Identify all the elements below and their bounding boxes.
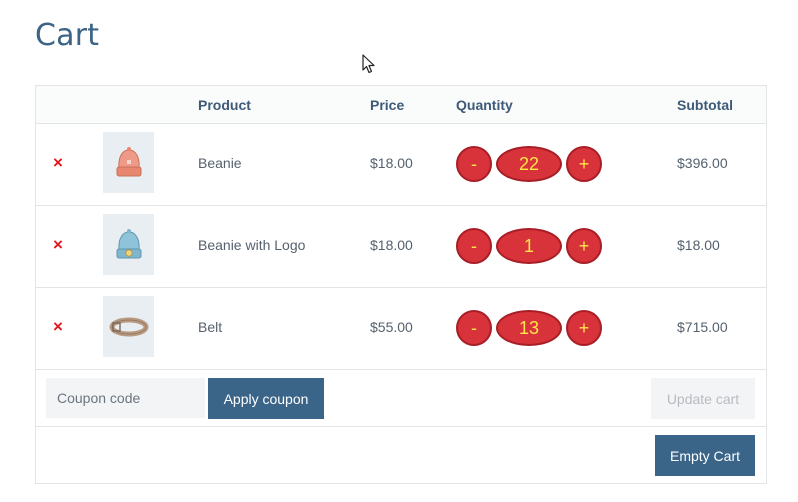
product-name[interactable]: Beanie with Logo — [198, 237, 305, 253]
product-subtotal: $715.00 — [677, 319, 728, 335]
quantity-increase-button[interactable]: + — [566, 146, 602, 182]
product-thumbnail[interactable] — [103, 214, 154, 275]
quantity-increase-button[interactable]: + — [566, 310, 602, 346]
remove-item-button[interactable]: × — [50, 154, 66, 172]
table-row: × Belt $55.00 - 13 + $715.00 — [36, 288, 766, 370]
header-price: Price — [370, 97, 405, 113]
header-product: Product — [198, 97, 251, 113]
header-subtotal: Subtotal — [677, 97, 733, 113]
quantity-decrease-button[interactable]: - — [456, 310, 492, 346]
table-header: Product Price Quantity Subtotal — [36, 86, 766, 124]
product-subtotal: $396.00 — [677, 155, 728, 171]
product-subtotal: $18.00 — [677, 237, 720, 253]
update-cart-button[interactable]: Update cart — [651, 378, 755, 419]
apply-coupon-button[interactable]: Apply coupon — [208, 378, 324, 419]
remove-item-button[interactable]: × — [50, 318, 66, 336]
quantity-value[interactable]: 22 — [496, 146, 562, 182]
product-thumbnail[interactable] — [103, 296, 154, 357]
quantity-increase-button[interactable]: + — [566, 228, 602, 264]
empty-cart-button[interactable]: Empty Cart — [655, 435, 755, 476]
cart-footer-row: Empty Cart — [36, 427, 766, 484]
quantity-value[interactable]: 13 — [496, 310, 562, 346]
remove-item-button[interactable]: × — [50, 236, 66, 254]
product-thumbnail[interactable] — [103, 132, 154, 193]
product-price: $18.00 — [370, 155, 413, 171]
quantity-decrease-button[interactable]: - — [456, 146, 492, 182]
coupon-row: Apply coupon Update cart — [36, 370, 766, 427]
product-price: $55.00 — [370, 319, 413, 335]
page-title: Cart — [35, 18, 100, 53]
product-name[interactable]: Belt — [198, 319, 222, 335]
belt-icon — [109, 317, 148, 336]
cart-table: Product Price Quantity Subtotal × Beanie… — [35, 85, 767, 484]
product-name[interactable]: Beanie — [198, 155, 242, 171]
product-price: $18.00 — [370, 237, 413, 253]
table-row: × Beanie with Logo $18.00 - 1 + $18.00 — [36, 206, 766, 288]
beanie-logo-icon — [116, 228, 141, 258]
quantity-decrease-button[interactable]: - — [456, 228, 492, 264]
coupon-code-input[interactable] — [46, 378, 205, 418]
beanie-icon — [116, 146, 141, 176]
header-quantity: Quantity — [456, 97, 513, 113]
table-row: × Beanie $18.00 - 22 + $396.00 — [36, 124, 766, 206]
quantity-value[interactable]: 1 — [496, 228, 562, 264]
mouse-cursor-icon — [362, 54, 375, 74]
